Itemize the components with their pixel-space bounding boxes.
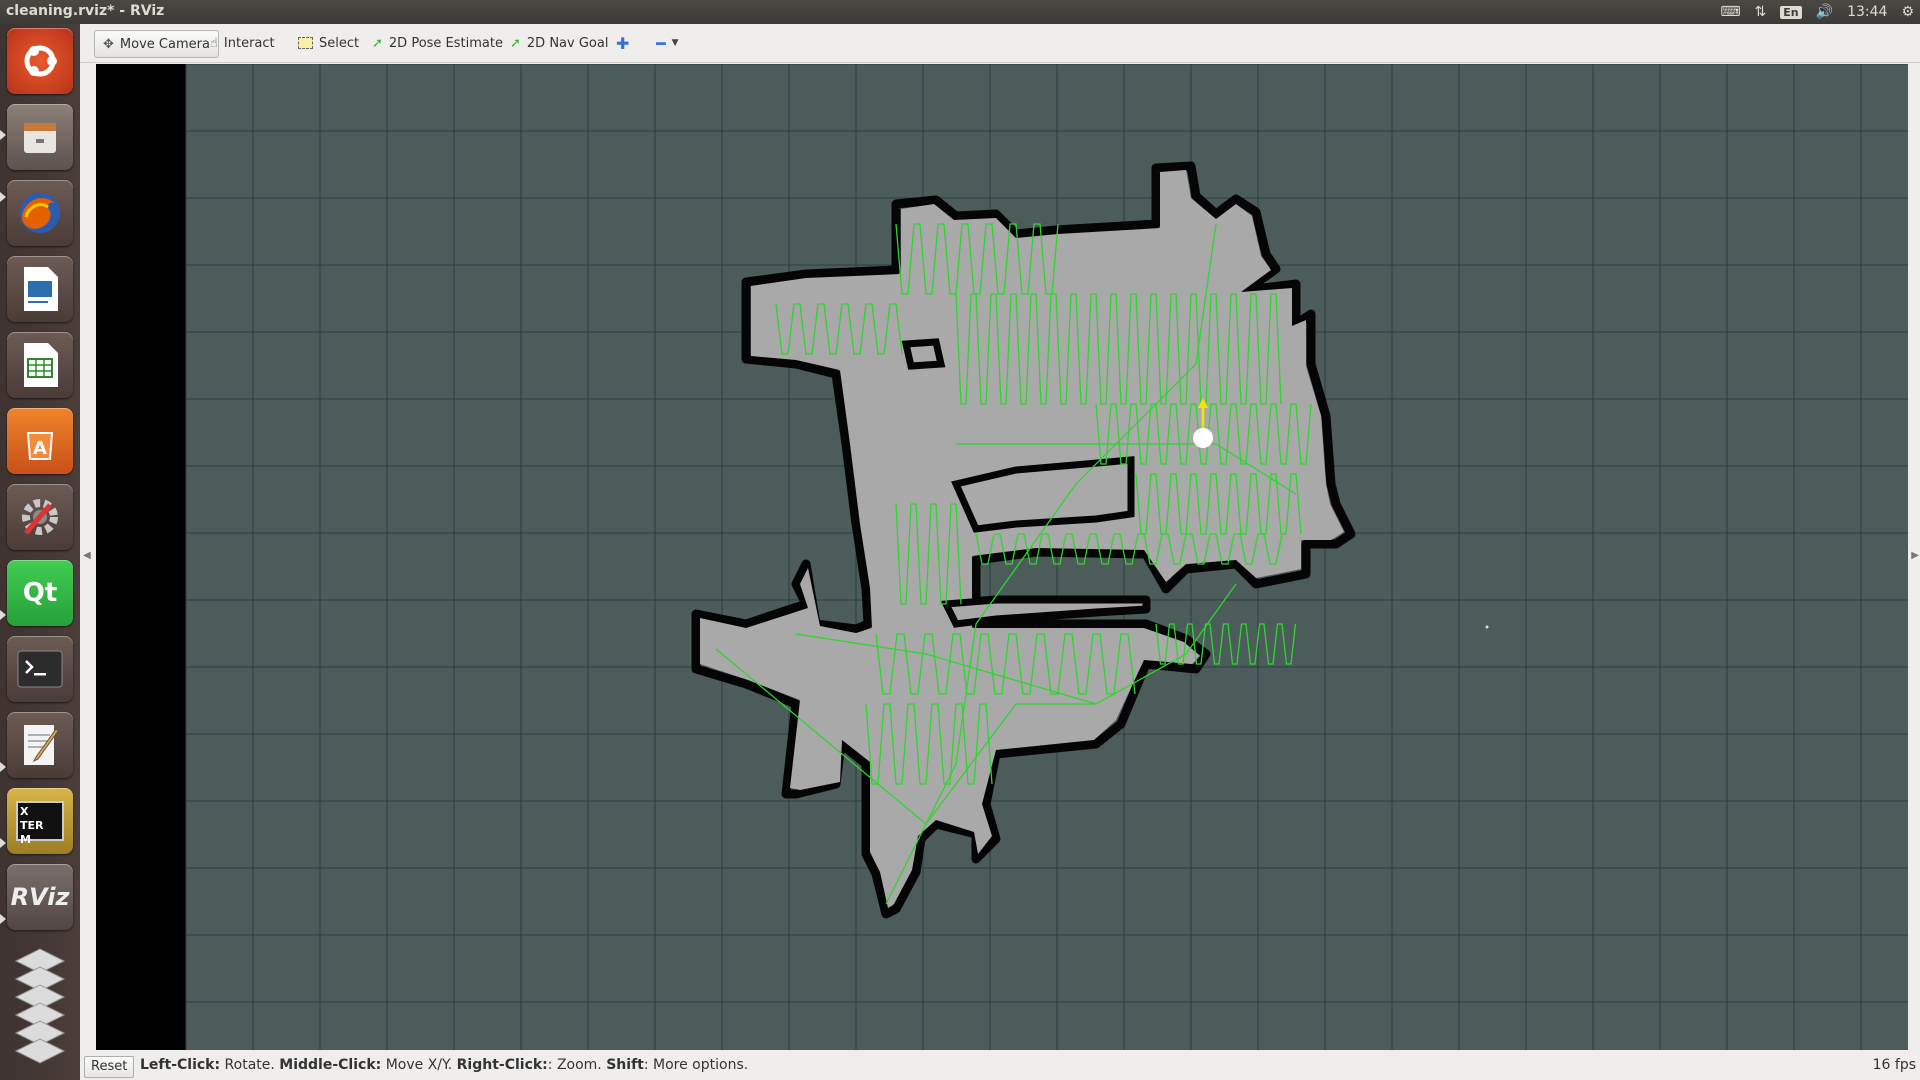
fps-counter: 16 fps: [1872, 1057, 1916, 1073]
right-panel-toggle-icon[interactable]: ▶: [1911, 550, 1919, 561]
keyboard-icon[interactable]: ⌨: [1720, 4, 1740, 20]
nav-goal-label: 2D Nav Goal: [526, 35, 609, 51]
interact-label: Interact: [223, 35, 275, 51]
libreoffice-impress-icon[interactable]: [7, 256, 73, 322]
mouse-hint: Left-Click: Rotate. Middle-Click: Move X…: [140, 1057, 748, 1073]
pose-estimate-label: 2D Pose Estimate: [388, 35, 503, 51]
pose-estimate-tool[interactable]: ➚ 2D Pose Estimate: [364, 30, 511, 56]
hint-key-middle: Middle-Click:: [279, 1057, 382, 1073]
system-tray: ⌨ ⇅ En 🔊 13:44 ⚙: [1720, 0, 1914, 24]
select-box-icon: [298, 37, 313, 49]
minus-icon: ━: [656, 33, 666, 53]
text-editor-icon[interactable]: [7, 712, 73, 778]
green-arrow-icon: ➚: [510, 35, 521, 51]
robot-footprint: [1193, 428, 1213, 448]
clock[interactable]: 13:44: [1847, 4, 1887, 20]
add-tool-button[interactable]: ✚: [608, 30, 637, 56]
left-panel-toggle-icon[interactable]: ◀: [83, 550, 91, 561]
dropdown-arrow-icon: ▼: [671, 38, 679, 48]
svg-text:A: A: [33, 438, 47, 459]
hint-text-shift: : More options.: [643, 1057, 749, 1073]
plus-icon: ✚: [616, 33, 630, 53]
top-panel: cleaning.rviz* - RViz ⌨ ⇅ En 🔊 13:44 ⚙: [0, 0, 1920, 24]
select-tool[interactable]: Select: [290, 30, 367, 56]
hint-text-left: Rotate.: [220, 1057, 280, 1073]
move-camera-label: Move Camera: [119, 36, 210, 52]
hint-text-right: : Zoom.: [547, 1057, 607, 1073]
libreoffice-calc-icon[interactable]: [7, 332, 73, 398]
window-title: cleaning.rviz* - RViz: [6, 3, 165, 19]
hint-key-shift: Shift: [606, 1057, 644, 1073]
move-arrows-icon: ✥: [103, 36, 114, 52]
nav-goal-tool[interactable]: ➚ 2D Nav Goal: [502, 30, 616, 56]
software-center-icon[interactable]: A: [7, 408, 73, 474]
interact-tool[interactable]: ☝ Interact: [202, 30, 283, 56]
volume-icon[interactable]: 🔊: [1816, 4, 1833, 20]
launcher: A Qt X TERM RViz: [0, 24, 81, 1080]
green-arrow-icon: ➚: [372, 35, 383, 51]
xterm-label: X TERM: [20, 805, 44, 846]
system-settings-icon[interactable]: [7, 484, 73, 550]
network-icon[interactable]: ⇅: [1755, 4, 1767, 20]
gear-icon[interactable]: ⚙: [1901, 4, 1914, 20]
grid-background: [186, 64, 1908, 1052]
rviz-icon[interactable]: RViz: [7, 864, 73, 930]
workspace-switcher-icon[interactable]: [7, 940, 73, 1072]
rviz-label: RViz: [10, 883, 70, 911]
firefox-icon[interactable]: [7, 180, 73, 246]
status-bar: Reset Left-Click: Rotate. Middle-Click: …: [80, 1050, 1920, 1080]
rviz-window: ✥ Move Camera ☝ Interact Select ➚ 2D Pos…: [80, 24, 1920, 1080]
qt-label: Qt: [22, 578, 58, 608]
ubuntu-dash-icon[interactable]: [7, 28, 73, 94]
hand-icon: ☝: [210, 35, 218, 51]
move-camera-tool[interactable]: ✥ Move Camera: [94, 30, 219, 58]
hint-key-left: Left-Click:: [140, 1057, 221, 1073]
tools-toolbar: ✥ Move Camera ☝ Interact Select ➚ 2D Pos…: [80, 24, 1920, 63]
language-indicator[interactable]: En: [1780, 5, 1802, 19]
select-label: Select: [319, 35, 360, 51]
stray-point: [1485, 625, 1489, 629]
reset-button[interactable]: Reset: [84, 1056, 135, 1078]
files-icon[interactable]: [7, 104, 73, 170]
3d-view[interactable]: [96, 64, 1908, 1052]
hint-key-right: Right-Click:: [456, 1057, 548, 1073]
terminal-icon[interactable]: [7, 636, 73, 702]
render-panel[interactable]: [96, 64, 1908, 1052]
qt-creator-icon[interactable]: Qt: [7, 560, 73, 626]
hint-text-middle: Move X/Y.: [381, 1057, 457, 1073]
xterm-icon[interactable]: X TERM: [7, 788, 73, 854]
remove-tool-button[interactable]: ━ ▼: [648, 30, 687, 56]
